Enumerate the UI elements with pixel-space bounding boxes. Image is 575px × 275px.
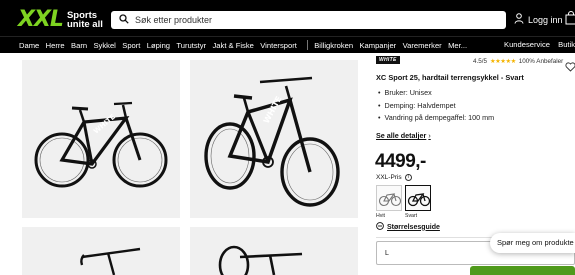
chat-prompt-text: Spør meg om produkte xyxy=(497,238,574,247)
rating-value: 4.5/5 xyxy=(473,58,488,65)
nav-right-links: Kundeservice Butikker xyxy=(504,40,575,49)
size-guide-link[interactable]: Størrelsesguide xyxy=(376,222,440,232)
bicycle-handlebar-image xyxy=(218,245,303,275)
price-label-row: XXL-Pris i xyxy=(376,174,412,181)
feature-item: Demping: Halvdempet xyxy=(378,101,494,110)
favorite-button[interactable] xyxy=(565,59,575,77)
product-image-side-view[interactable]: WHITE xyxy=(22,60,180,218)
nav-item-varemerker[interactable]: Varemerker xyxy=(403,41,442,50)
nav-item-mer[interactable]: Mer... xyxy=(448,41,467,50)
search-bar[interactable] xyxy=(111,11,506,29)
product-image-gallery: WHITE WHITE xyxy=(0,53,358,275)
bicycle-image: WHITE xyxy=(34,101,168,188)
product-title: XC Sport 25, hardtail terrengsykkel - Sv… xyxy=(376,73,524,82)
nav-item-turutstyr[interactable]: Turutstyr xyxy=(176,41,206,50)
bicycle-angle-image: WHITE xyxy=(204,76,340,207)
rating-stars-icon: ★★★★★ xyxy=(490,58,516,65)
heart-icon xyxy=(565,59,575,76)
feature-list: Bruker: Unisex Demping: Halvdempet Vandr… xyxy=(378,88,495,126)
user-icon xyxy=(514,13,528,26)
nav-item-sykkel[interactable]: Sykkel xyxy=(93,41,115,50)
search-input[interactable] xyxy=(135,15,495,25)
size-select-value: L xyxy=(385,250,389,257)
bicycle-white-thumbnail xyxy=(378,193,402,207)
logo-wordmark: XXL xyxy=(18,7,64,32)
feature-item: Vandring på dempegaffel: 100 mm xyxy=(378,113,495,122)
feature-item: Bruker: Unisex xyxy=(378,88,494,97)
nav-item-butikker[interactable]: Butikker xyxy=(558,40,575,49)
chat-assistant-bubble[interactable]: Spør meg om produkte xyxy=(490,233,575,253)
nav-item-sport[interactable]: Sport xyxy=(122,41,140,50)
bicycle-detail-image xyxy=(80,247,141,275)
add-to-cart-button[interactable] xyxy=(470,266,575,275)
cart-button[interactable] xyxy=(565,11,575,30)
bicycle-black-thumbnail xyxy=(407,193,431,207)
logo-tagline-line2: unite all xyxy=(66,19,103,30)
brand-logo[interactable]: WHITE xyxy=(376,56,400,64)
nav-divider xyxy=(307,40,309,50)
nav-list: Dame Herre Barn Sykkel Sport Løping Turu… xyxy=(19,40,473,50)
nav-item-barn[interactable]: Barn xyxy=(71,41,87,50)
product-image-detail-2[interactable] xyxy=(190,227,358,275)
search-icon xyxy=(119,11,129,29)
chevron-right-icon: › xyxy=(428,131,431,140)
nav-item-jakt-fiske[interactable]: Jakt & Fiske xyxy=(213,41,254,50)
xxl-logo[interactable]: XXL Sports unite all xyxy=(18,8,103,32)
details-link-label: Se alle detaljer xyxy=(376,131,427,140)
see-all-details-link[interactable]: Se alle detaljer › xyxy=(376,131,431,140)
brand-row: WHITE 4.5/5 ★★★★★ 100% Anbefaler xyxy=(376,56,575,65)
svg-text:WHITE: WHITE xyxy=(92,113,117,136)
size-guide-label: Størrelsesguide xyxy=(387,223,440,231)
login-button[interactable]: Logg inn xyxy=(514,13,563,26)
nav-item-dame[interactable]: Dame xyxy=(19,41,39,50)
logo-tagline: Sports unite all xyxy=(66,11,103,30)
nav-item-loping[interactable]: Løping xyxy=(147,41,170,50)
main-navigation: Dame Herre Barn Sykkel Sport Løping Turu… xyxy=(0,36,575,53)
color-swatch-black[interactable] xyxy=(405,185,431,211)
product-price: 4499,- xyxy=(375,151,426,172)
price-label: XXL-Pris xyxy=(376,174,402,181)
login-label: Logg inn xyxy=(528,14,563,25)
product-image-detail-1[interactable] xyxy=(22,227,180,275)
nav-item-herre[interactable]: Herre xyxy=(46,41,65,50)
top-header: XXL Sports unite all Logg inn xyxy=(0,0,575,36)
color-label-white: Hvit xyxy=(376,213,385,219)
shopping-bag-icon xyxy=(565,11,575,29)
nav-item-billigkroken[interactable]: Billigkroken xyxy=(314,41,353,50)
nav-item-vintersport[interactable]: Vintersport xyxy=(260,41,297,50)
svg-text:WHITE: WHITE xyxy=(262,95,284,125)
nav-item-kundeservice[interactable]: Kundeservice xyxy=(504,40,550,49)
product-rating[interactable]: 4.5/5 ★★★★★ 100% Anbefaler xyxy=(473,58,563,65)
nav-item-kampanjer[interactable]: Kampanjer xyxy=(359,41,396,50)
recommend-percent: 100% Anbefaler xyxy=(518,58,564,65)
color-label-black: Svart xyxy=(405,213,418,219)
product-image-angle-view[interactable]: WHITE xyxy=(190,60,358,218)
info-icon[interactable]: i xyxy=(404,174,412,181)
ruler-icon xyxy=(376,222,384,232)
color-swatch-white[interactable] xyxy=(376,185,402,211)
